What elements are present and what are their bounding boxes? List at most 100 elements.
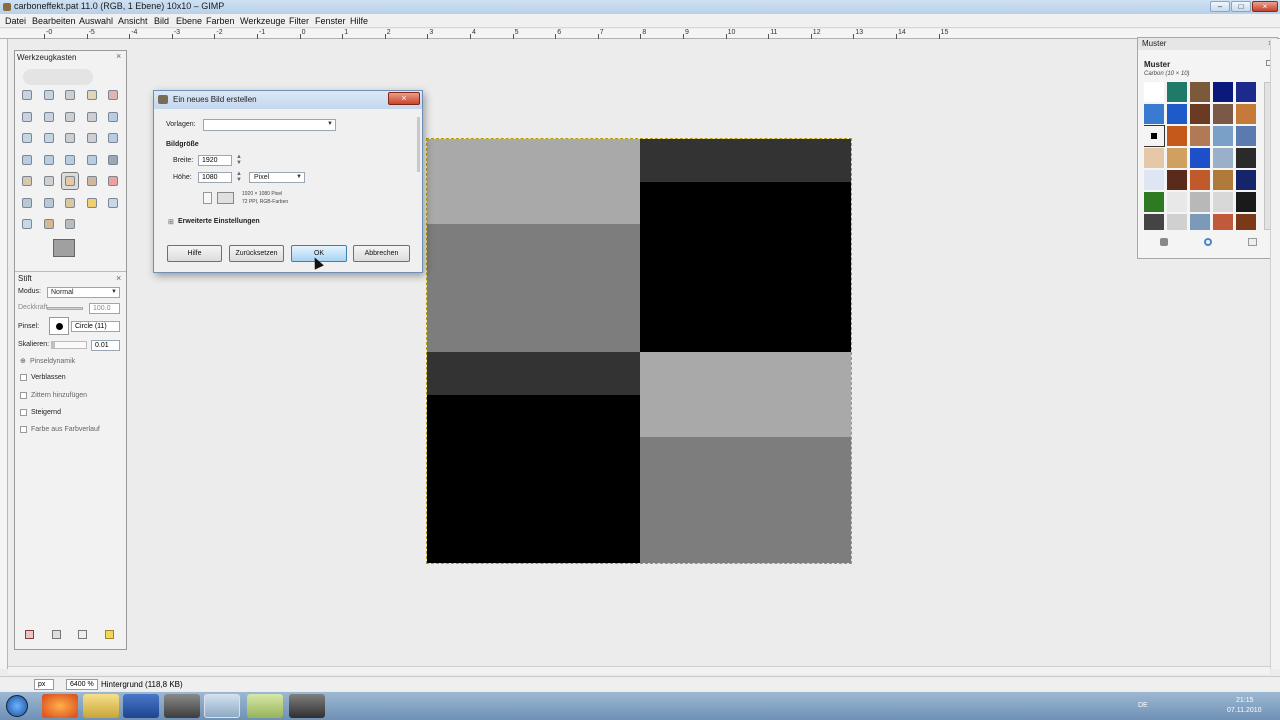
height-input[interactable]: 1080	[198, 172, 232, 183]
zoom-selector[interactable]: 6400 %	[66, 679, 98, 690]
pattern-swatch[interactable]	[1144, 125, 1165, 147]
taskbar-app-icon[interactable]	[289, 694, 325, 718]
height-spinner-icon[interactable]: ▲ ▼	[236, 171, 242, 183]
advanced-settings-label[interactable]: Erweiterte Einstellungen	[178, 218, 260, 225]
unit-dropdown[interactable]: Pixel ▼	[249, 172, 305, 183]
rect-select-icon[interactable]	[19, 87, 35, 103]
pattern-swatch[interactable]	[1144, 104, 1164, 124]
pattern-swatch[interactable]	[1213, 170, 1233, 190]
taskbar-gimp-active-icon[interactable]	[204, 694, 240, 718]
paintbrush-icon[interactable]	[84, 173, 100, 189]
pattern-swatch[interactable]	[1190, 192, 1210, 212]
ellipse-select-icon[interactable]	[41, 87, 57, 103]
width-spinner-icon[interactable]: ▲ ▼	[236, 154, 242, 166]
taskbar-firefox-icon[interactable]	[42, 694, 78, 718]
pattern-swatch[interactable]	[1144, 148, 1164, 168]
opacity-slider[interactable]	[47, 307, 83, 310]
pattern-swatch[interactable]	[1213, 148, 1233, 168]
clock-date[interactable]: 07.11.2010	[1227, 707, 1262, 714]
expand-dynamics-icon[interactable]: ⊕	[20, 357, 26, 365]
pattern-swatch[interactable]	[1190, 104, 1210, 124]
pattern-swatch[interactable]	[1190, 126, 1210, 146]
pattern-swatch[interactable]	[1213, 126, 1233, 146]
start-button[interactable]	[6, 695, 28, 717]
text-icon[interactable]	[105, 152, 121, 168]
menu-datei[interactable]: Datei	[5, 16, 26, 26]
rotate-icon[interactable]	[105, 130, 121, 146]
scissors-icon[interactable]	[19, 109, 35, 125]
color-select-icon[interactable]	[105, 87, 121, 103]
zoom-icon[interactable]	[105, 109, 121, 125]
scale-input[interactable]: 0.01	[91, 340, 120, 351]
maximize-button[interactable]: □	[1231, 1, 1251, 12]
shear-icon[interactable]	[41, 152, 57, 168]
pattern-swatch[interactable]	[1167, 82, 1187, 102]
pattern-swatch[interactable]	[1167, 192, 1187, 212]
pattern-swatch[interactable]	[1167, 170, 1187, 190]
brush-name-field[interactable]: Circle (11)	[71, 321, 120, 332]
menu-bild[interactable]: Bild	[154, 16, 169, 26]
scale-slider[interactable]	[51, 341, 87, 349]
clock-time[interactable]: 21:15	[1236, 697, 1254, 704]
pattern-swatch[interactable]	[1213, 104, 1233, 124]
menu-ansicht[interactable]: Ansicht	[118, 16, 148, 26]
eraser-icon[interactable]	[105, 173, 121, 189]
reset-button[interactable]: Zurücksetzen	[229, 245, 284, 262]
scale-icon[interactable]	[19, 152, 35, 168]
ink-icon[interactable]	[41, 195, 57, 211]
template-dropdown[interactable]: ▼	[203, 119, 336, 131]
airbrush-icon[interactable]	[19, 195, 35, 211]
menu-bearbeiten[interactable]: Bearbeiten	[32, 16, 76, 26]
menu-farben[interactable]: Farben	[206, 16, 235, 26]
pattern-swatch[interactable]	[1144, 214, 1164, 230]
pattern-swatch[interactable]	[1190, 148, 1210, 168]
pencil-icon[interactable]	[61, 172, 79, 190]
crop-icon[interactable]	[84, 130, 100, 146]
vertical-ruler[interactable]	[0, 39, 8, 669]
menu-hilfe[interactable]: Hilfe	[350, 16, 368, 26]
pattern-swatch[interactable]	[1236, 104, 1256, 124]
incremental-checkbox[interactable]	[20, 409, 27, 416]
landscape-toggle-icon[interactable]	[217, 192, 234, 204]
clone-icon[interactable]	[62, 195, 78, 211]
pattern-swatch[interactable]	[1167, 104, 1187, 124]
pattern-swatch[interactable]	[1190, 214, 1210, 230]
pattern-swatch[interactable]	[1236, 192, 1256, 212]
menu-werkzeuge[interactable]: Werkzeuge	[240, 16, 285, 26]
trash-icon[interactable]	[1160, 238, 1168, 246]
tool-options-close-icon[interactable]: ×	[116, 273, 121, 283]
pattern-swatch[interactable]	[1213, 192, 1233, 212]
mode-dropdown[interactable]: Normal ▼	[47, 287, 120, 298]
patterns-tab[interactable]: Muster ×	[1138, 38, 1277, 50]
pattern-swatch[interactable]	[1190, 170, 1210, 190]
pattern-swatch[interactable]	[1144, 82, 1164, 102]
restore-options-icon[interactable]	[52, 630, 61, 639]
delete-options-icon[interactable]	[78, 630, 87, 639]
jitter-checkbox[interactable]	[20, 392, 27, 399]
help-button[interactable]: Hilfe	[167, 245, 222, 262]
pattern-swatch[interactable]	[1144, 170, 1164, 190]
bucket-fill-icon[interactable]	[19, 173, 35, 189]
refresh-icon[interactable]	[1204, 238, 1212, 246]
cancel-button[interactable]: Abbrechen	[353, 245, 410, 262]
dialog-close-button[interactable]: ×	[388, 92, 420, 105]
brush-preview[interactable]	[49, 317, 69, 335]
lasso-icon[interactable]	[62, 87, 78, 103]
menu-fenster[interactable]: Fenster	[315, 16, 346, 26]
fuzzy-select-icon[interactable]	[84, 87, 100, 103]
move-icon[interactable]	[41, 130, 57, 146]
pattern-swatch[interactable]	[1213, 214, 1233, 230]
portrait-toggle-icon[interactable]	[203, 192, 212, 204]
open-folder-icon[interactable]	[1248, 238, 1257, 246]
paths-icon[interactable]	[62, 109, 78, 125]
pattern-swatch[interactable]	[1236, 170, 1256, 190]
pattern-swatch[interactable]	[1236, 148, 1256, 168]
flip-icon[interactable]	[84, 152, 100, 168]
foreground-color-swatch[interactable]	[53, 239, 75, 257]
pattern-swatch[interactable]	[1167, 148, 1187, 168]
pattern-swatch[interactable]	[1190, 82, 1210, 102]
menu-auswahl[interactable]: Auswahl	[79, 16, 113, 26]
taskbar-word-icon[interactable]	[123, 694, 159, 718]
pattern-swatch[interactable]	[1144, 192, 1164, 212]
dialog-scrollbar[interactable]	[417, 117, 420, 172]
